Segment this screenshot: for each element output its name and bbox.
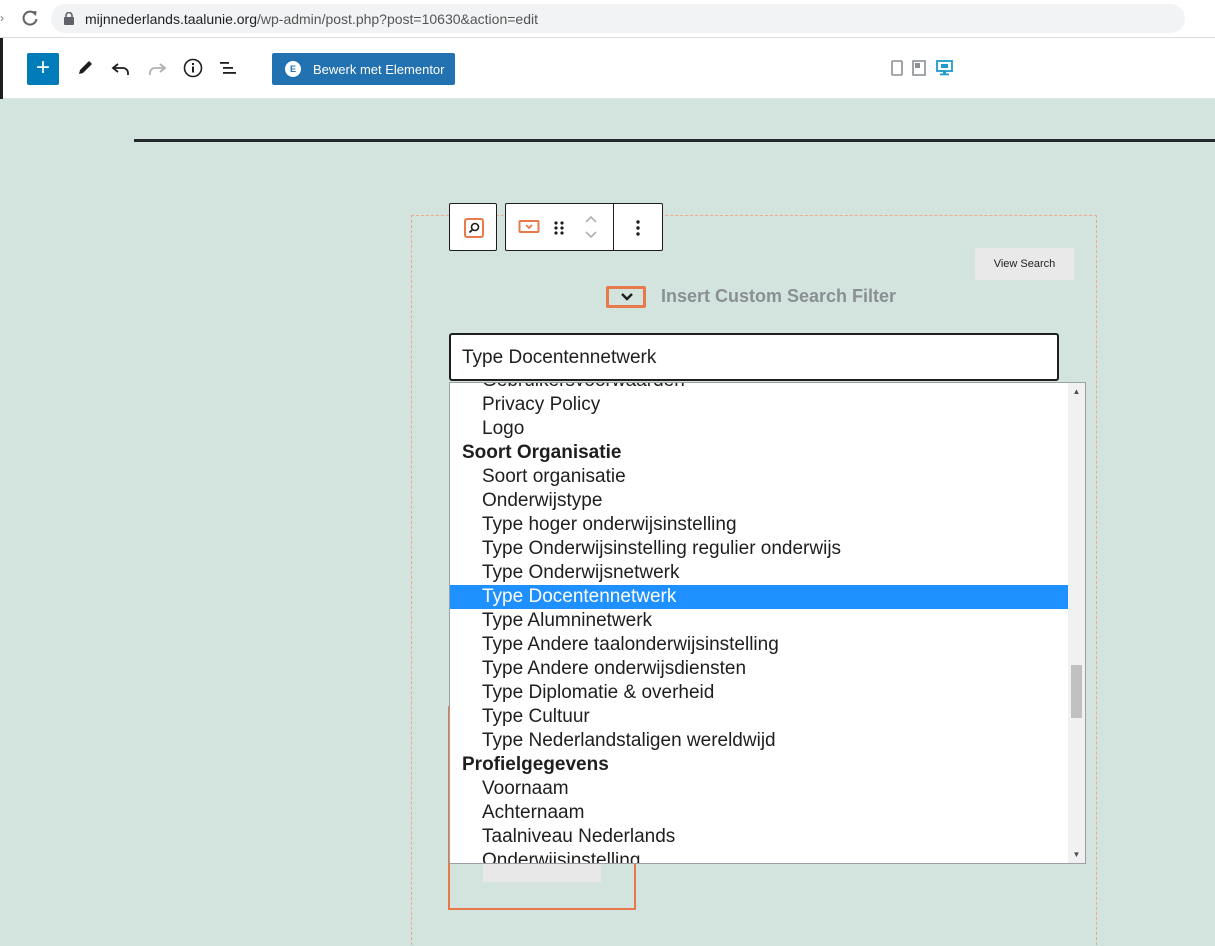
dropdown-option[interactable]: Type Onderwijsinstelling regulier onderw… <box>450 537 1069 561</box>
filter-select[interactable]: Type Docentennetwerk <box>449 333 1059 381</box>
dropdown-option[interactable]: Taalniveau Nederlands <box>450 825 1069 849</box>
url-path: /wp-admin/post.php?post=10630&action=edi… <box>257 11 538 27</box>
mobile-preview-icon[interactable] <box>890 60 904 76</box>
dropdown-option[interactable]: Type Alumninetwerk <box>450 609 1069 633</box>
elementor-icon: E <box>285 61 301 77</box>
url-host: mijnnederlands.taalunie.org <box>85 11 257 27</box>
block-parent-button[interactable] <box>449 203 497 251</box>
dropdown-option[interactable]: Gebruikersvoorwaarden <box>450 383 1069 393</box>
edit-with-elementor-button[interactable]: E Bewerk met Elementor <box>272 53 455 85</box>
dropdown-option-selected[interactable]: Type Docentennetwerk <box>450 585 1069 609</box>
plus-icon: + <box>35 54 50 81</box>
url-text: mijnnederlands.taalunie.org/wp-admin/pos… <box>85 11 538 27</box>
move-up-icon[interactable] <box>583 213 599 225</box>
filter-title: Insert Custom Search Filter <box>661 286 897 306</box>
view-search-button[interactable]: View Search <box>975 248 1074 280</box>
toolbar-edge <box>0 38 3 99</box>
tablet-preview-icon[interactable] <box>912 60 926 76</box>
dropdown-option[interactable]: Voornaam <box>450 777 1069 801</box>
list-view-icon[interactable] <box>217 56 241 80</box>
reload-icon[interactable] <box>20 8 40 28</box>
dropdown-block-icon[interactable] <box>518 219 540 235</box>
undo-icon[interactable] <box>109 56 133 80</box>
dropdown-option[interactable]: Type Diplomatie & overheid <box>450 681 1069 705</box>
forward-arrow-icon[interactable]: › <box>0 10 6 26</box>
select-value: Type Docentennetwerk <box>462 347 657 368</box>
dropdown-option[interactable]: Type Cultuur <box>450 705 1069 729</box>
scroll-up-icon[interactable]: ▲ <box>1068 383 1085 400</box>
browser-address-bar: › mijnnederlands.taalunie.org/wp-admin/p… <box>0 0 1215 38</box>
dropdown-option[interactable]: Soort organisatie <box>450 465 1069 489</box>
dropdown-option[interactable]: Type Nederlandstaligen wereldwijd <box>450 729 1069 753</box>
dropdown-option[interactable]: Logo <box>450 417 1069 441</box>
toolbar-divider <box>613 203 614 251</box>
drag-handle-icon[interactable] <box>552 219 566 237</box>
dropdown-option[interactable]: Type hoger onderwijsinstelling <box>450 513 1069 537</box>
editor-toolbar: + E Bewerk met Elementor <box>0 38 1215 99</box>
redo-icon[interactable] <box>145 56 169 80</box>
dropdown-option[interactable]: Type Andere taalonderwijsinstelling <box>450 633 1069 657</box>
filter-dropdown-icon <box>606 286 646 308</box>
separator-line <box>134 139 1215 142</box>
dropdown-option[interactable]: Onderwijstype <box>450 489 1069 513</box>
pencil-icon[interactable] <box>73 56 97 80</box>
add-block-button[interactable]: + <box>27 53 59 85</box>
info-icon[interactable] <box>181 56 205 80</box>
scrollbar-thumb[interactable] <box>1071 665 1082 718</box>
block-toolbar <box>505 203 663 251</box>
dropdown-option[interactable]: Privacy Policy <box>450 393 1069 417</box>
dropdown-options: GebruikersvoorwaardenPrivacy PolicyLogoS… <box>450 383 1069 863</box>
dropdown-group-label: Profielgegevens <box>462 754 609 775</box>
select-dropdown[interactable]: GebruikersvoorwaardenPrivacy PolicyLogoS… <box>449 382 1086 864</box>
elementor-button-label: Bewerk met Elementor <box>313 62 445 77</box>
more-options-icon[interactable] <box>631 218 645 238</box>
scroll-down-icon[interactable]: ▼ <box>1068 846 1085 863</box>
desktop-preview-icon[interactable] <box>936 60 953 76</box>
dropdown-group-label: Soort Organisatie <box>462 442 622 463</box>
dropdown-option[interactable]: Achternaam <box>450 801 1069 825</box>
url-field[interactable]: mijnnederlands.taalunie.org/wp-admin/pos… <box>51 4 1185 33</box>
dropdown-option[interactable]: Type Andere onderwijsdiensten <box>450 657 1069 681</box>
dropdown-scrollbar[interactable]: ▲ ▼ <box>1068 383 1085 863</box>
lock-icon <box>64 12 74 25</box>
dropdown-option[interactable]: Onderwijsinstelling <box>450 849 1069 863</box>
search-block-icon <box>464 218 484 238</box>
dropdown-option[interactable]: Type Onderwijsnetwerk <box>450 561 1069 585</box>
move-down-icon[interactable] <box>583 229 599 241</box>
